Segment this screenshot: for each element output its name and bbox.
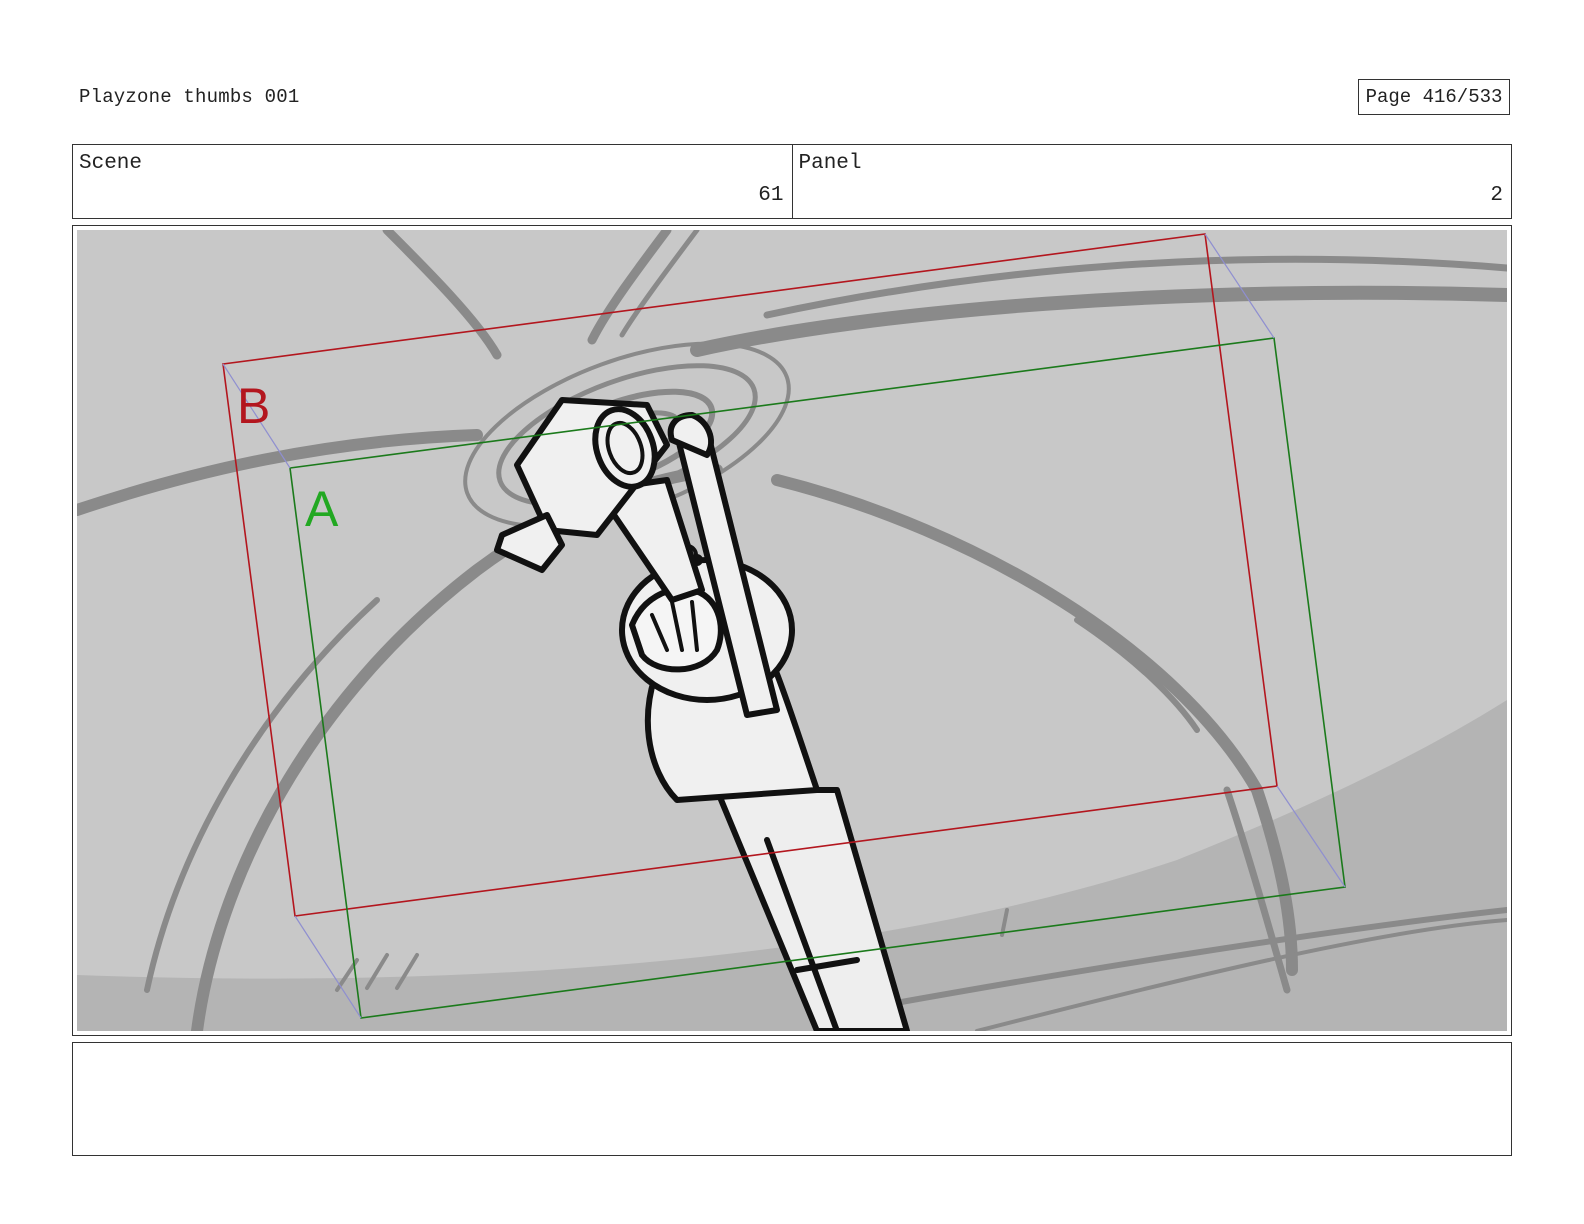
- storyboard-sketch: B A: [77, 230, 1507, 1031]
- frame-a-label: A: [305, 481, 339, 537]
- scene-cell: Scene 61: [73, 145, 792, 218]
- scene-panel-info-row: Scene 61 Panel 2: [72, 144, 1512, 219]
- frame-b-label: B: [237, 378, 270, 434]
- storyboard-frame: B A: [72, 225, 1512, 1036]
- scene-number: 61: [758, 184, 784, 207]
- panel-number: 2: [1490, 184, 1503, 207]
- panel-cell: Panel 2: [791, 145, 1512, 218]
- document-title: Playzone thumbs 001: [79, 86, 300, 108]
- panel-label: Panel: [798, 152, 862, 175]
- page-counter: Page 416/533: [1358, 79, 1510, 115]
- scene-label: Scene: [79, 152, 143, 175]
- panel-notes-box: [72, 1042, 1512, 1156]
